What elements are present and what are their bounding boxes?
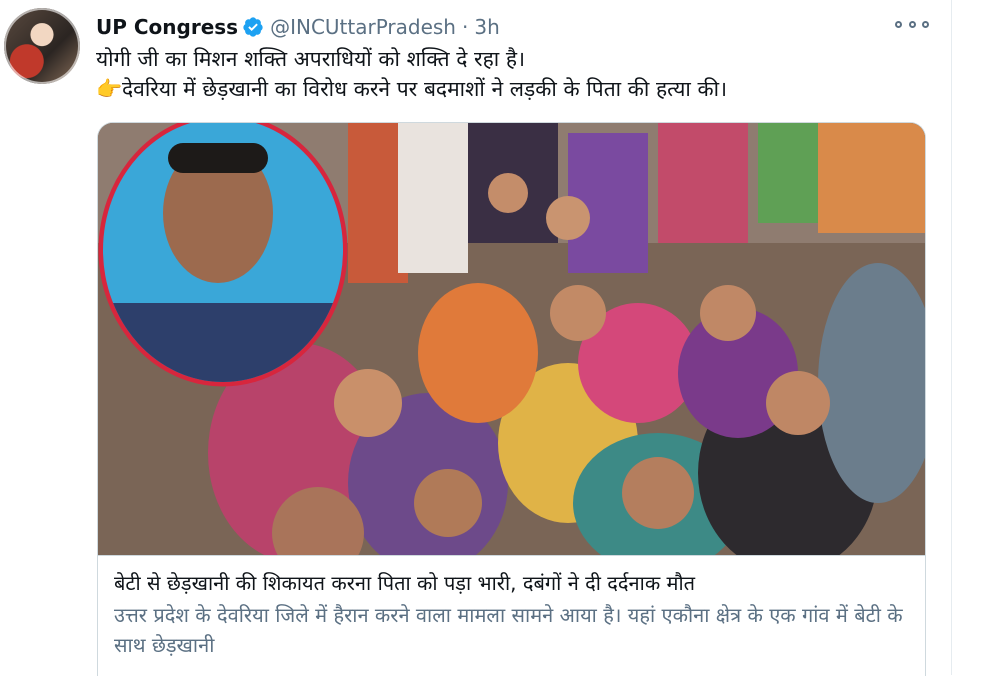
link-preview-card[interactable]: बेटी से छेड़खानी की शिकायत करना पिता को …: [97, 122, 926, 676]
more-options-icon[interactable]: [895, 14, 929, 34]
tweet-timestamp[interactable]: 3h: [474, 15, 499, 39]
tweet-text: योगी जी का मिशन शक्ति अपराधियों को शक्ति…: [96, 44, 936, 104]
backhand-index-pointing-right-icon: 👉: [96, 77, 123, 101]
avatar-ring: [4, 8, 80, 84]
face: [546, 196, 590, 240]
face: [550, 285, 606, 341]
card-title: बेटी से छेड़खानी की शिकायत करना पिता को …: [114, 571, 696, 595]
figure-cloth: [398, 123, 468, 273]
card-photo[interactable]: [98, 123, 925, 555]
card-text-area[interactable]: बेटी से छेड़खानी की शिकायत करना पिता को …: [98, 555, 925, 676]
portrait-hair: [168, 143, 268, 173]
tweet-text-line-2: 👉देवरिया में छेड़खानी का विरोध करने पर ब…: [96, 74, 936, 104]
card-description: उत्तर प्रदेश के देवरिया जिले में हैरान क…: [114, 603, 903, 657]
face: [414, 469, 482, 537]
crowd-photo-illustration: [98, 123, 925, 555]
column-divider: [951, 0, 952, 675]
figure-cloth: [418, 283, 538, 423]
face: [622, 457, 694, 529]
tweet[interactable]: UP Congress @INCUttarPradesh · 3h योगी ज…: [0, 0, 950, 676]
more-dot: [895, 20, 902, 28]
figure-cloth: [818, 123, 925, 233]
verified-badge-icon: [243, 17, 263, 37]
tweet-text-line-2-body: देवरिया में छेड़खानी का विरोध करने पर बद…: [122, 77, 728, 101]
tweet-text-line-1: योगी जी का मिशन शक्ति अपराधियों को शक्ति…: [96, 47, 526, 71]
author-handle[interactable]: @INCUttarPradesh: [270, 15, 456, 39]
avatar[interactable]: [4, 8, 80, 84]
face: [700, 285, 756, 341]
more-dot: [908, 20, 916, 28]
face: [334, 369, 402, 437]
header-separator: ·: [462, 15, 469, 39]
figure-cloth: [758, 123, 818, 223]
more-dot: [922, 20, 929, 28]
face: [488, 173, 528, 213]
tweet-header: UP Congress @INCUttarPradesh · 3h: [96, 12, 500, 42]
figure-cloth: [658, 123, 748, 243]
face: [766, 371, 830, 435]
author-name[interactable]: UP Congress: [96, 15, 238, 39]
